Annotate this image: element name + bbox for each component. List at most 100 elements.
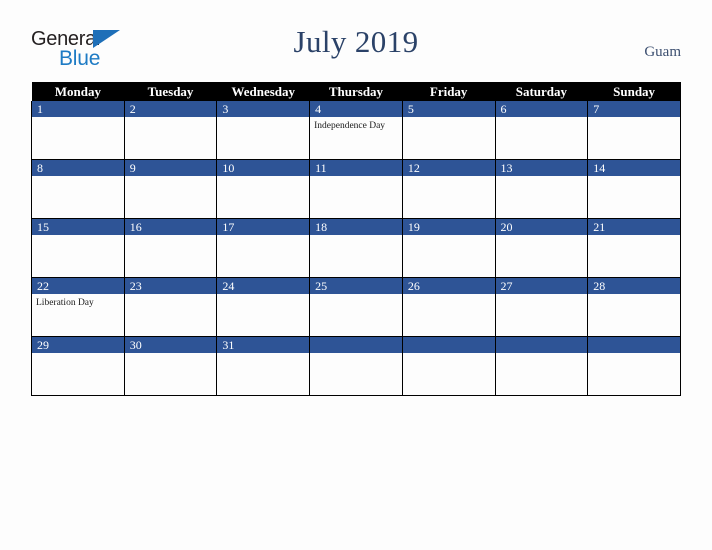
day-cell[interactable]: 21	[587, 218, 681, 278]
day-event	[496, 235, 588, 239]
day-cell[interactable]: 8	[31, 159, 125, 219]
day-event	[32, 176, 124, 180]
day-cell[interactable]: 29	[31, 336, 125, 396]
day-cell[interactable]: 27	[494, 277, 589, 337]
day-number: 22	[32, 278, 124, 294]
calendar-week-row: 8 9 10 11 12 13 14	[31, 159, 681, 219]
weekday-header-wednesday: Wednesday	[216, 82, 310, 101]
day-cell[interactable]: 11	[309, 159, 403, 219]
day-event	[310, 294, 402, 298]
day-event	[310, 235, 402, 239]
day-event	[217, 117, 309, 121]
day-number: 10	[217, 160, 310, 176]
day-number: 26	[402, 278, 495, 294]
day-number	[310, 337, 402, 353]
day-event	[403, 117, 495, 121]
day-event	[496, 117, 588, 121]
day-event	[403, 176, 495, 180]
day-cell[interactable]: 25	[309, 277, 403, 337]
day-cell[interactable]: 3	[216, 101, 311, 160]
day-event	[588, 117, 680, 121]
day-cell[interactable]: 24	[216, 277, 311, 337]
day-cell[interactable]: 6	[494, 101, 589, 160]
day-event	[496, 176, 588, 180]
day-cell[interactable]: 23	[123, 277, 218, 337]
calendar-week-row: 22 Liberation Day 23 24 25 26 27 28	[31, 277, 681, 337]
day-event	[310, 353, 402, 357]
day-number	[402, 337, 495, 353]
day-number: 15	[32, 219, 124, 235]
day-number: 19	[402, 219, 495, 235]
day-number: 27	[495, 278, 588, 294]
day-cell[interactable]: 7	[587, 101, 681, 160]
day-cell[interactable]	[401, 336, 496, 396]
day-cell[interactable]: 30	[123, 336, 218, 396]
day-event	[32, 353, 124, 357]
day-cell[interactable]: 26	[401, 277, 496, 337]
day-number: 8	[32, 160, 124, 176]
calendar-body: 1 2 3 4 Independence Day 5 6 7 8 9 10 11…	[31, 101, 681, 396]
day-cell[interactable]	[494, 336, 589, 396]
day-cell[interactable]: 19	[401, 218, 496, 278]
day-event	[496, 353, 588, 357]
day-event	[217, 176, 309, 180]
weekday-header-saturday: Saturday	[495, 82, 588, 101]
day-event	[217, 235, 309, 239]
day-event	[403, 353, 495, 357]
page-title: July 2019	[293, 24, 419, 59]
day-cell[interactable]: 22 Liberation Day	[31, 277, 125, 337]
day-cell[interactable]: 13	[494, 159, 589, 219]
day-cell[interactable]: 9	[123, 159, 218, 219]
day-event	[588, 176, 680, 180]
day-number: 14	[588, 160, 680, 176]
day-number: 18	[310, 219, 402, 235]
day-number: 7	[588, 101, 680, 117]
day-event	[32, 235, 124, 239]
day-event	[588, 235, 680, 239]
day-cell[interactable]: 10	[216, 159, 311, 219]
day-number: 5	[402, 101, 495, 117]
day-cell[interactable]	[587, 336, 681, 396]
day-number: 3	[217, 101, 310, 117]
calendar-grid: Monday Tuesday Wednesday Thursday Friday…	[31, 82, 681, 396]
page-header: General Blue July 2019 Guam	[0, 0, 712, 82]
day-number: 6	[495, 101, 588, 117]
weekday-header-tuesday: Tuesday	[124, 82, 217, 101]
day-number: 17	[217, 219, 310, 235]
day-event	[125, 117, 217, 121]
day-cell[interactable]: 16	[123, 218, 218, 278]
day-cell[interactable]: 12	[401, 159, 496, 219]
day-number: 13	[495, 160, 588, 176]
day-event	[588, 294, 680, 298]
weekday-header-thursday: Thursday	[309, 82, 403, 101]
day-number: 1	[32, 101, 124, 117]
day-cell[interactable]: 28	[587, 277, 681, 337]
day-event: Independence Day	[314, 121, 386, 131]
day-cell[interactable]: 4 Independence Day	[309, 101, 403, 160]
day-cell[interactable]: 5	[401, 101, 496, 160]
day-cell[interactable]: 20	[494, 218, 589, 278]
region-label: Guam	[644, 44, 681, 60]
day-number: 31	[217, 337, 310, 353]
day-event	[217, 353, 309, 357]
day-cell[interactable]: 18	[309, 218, 403, 278]
calendar-page: General Blue July 2019 Guam Monday Tuesd…	[0, 0, 712, 550]
day-cell[interactable]: 17	[216, 218, 311, 278]
day-number: 29	[32, 337, 124, 353]
calendar-week-row: 15 16 17 18 19 20 21	[31, 218, 681, 278]
day-event	[403, 294, 495, 298]
day-cell[interactable]: 31	[216, 336, 311, 396]
day-number: 11	[310, 160, 402, 176]
day-number	[588, 337, 680, 353]
day-number: 12	[402, 160, 495, 176]
day-cell[interactable]: 1	[31, 101, 125, 160]
day-event	[588, 353, 680, 357]
day-cell[interactable]: 2	[123, 101, 218, 160]
day-cell[interactable]	[309, 336, 403, 396]
day-number: 20	[495, 219, 588, 235]
day-number	[495, 337, 588, 353]
day-cell[interactable]: 15	[31, 218, 125, 278]
day-number: 24	[217, 278, 310, 294]
day-cell[interactable]: 14	[587, 159, 681, 219]
calendar-week-row: 1 2 3 4 Independence Day 5 6 7	[31, 101, 681, 160]
